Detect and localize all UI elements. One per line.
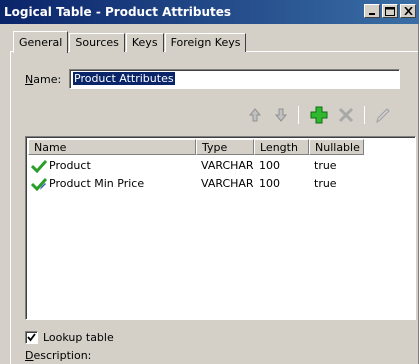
cell-name-text: Product (49, 159, 91, 172)
add-column-button[interactable] (310, 106, 328, 124)
cell-name: Product (28, 156, 196, 174)
arrow-down-icon (274, 108, 288, 122)
close-icon (403, 7, 413, 15)
minimize-button[interactable] (364, 4, 380, 18)
column-header-name[interactable]: Name (28, 139, 196, 155)
tab-foreign-keys[interactable]: Foreign Keys (164, 33, 247, 52)
check-icon (31, 159, 47, 173)
cell-length: 100 (259, 177, 280, 190)
column-header-type[interactable]: Type (196, 139, 254, 155)
cell-length: 100 (259, 159, 280, 172)
checkmark-icon (27, 333, 36, 342)
name-input[interactable]: Product Attributes (69, 69, 400, 89)
lookup-table-checkbox[interactable] (25, 331, 38, 344)
cell-name: Product Min Price (28, 174, 196, 192)
tab-general-label: General (19, 36, 63, 49)
table-header: Name Type Length Nullable (28, 139, 364, 155)
name-label-mnemonic: N (25, 73, 34, 86)
tab-keys[interactable]: Keys (125, 33, 164, 52)
table-row[interactable]: Product Min Price VARCHAR 100 true (28, 174, 364, 192)
tab-sources[interactable]: Sources (69, 33, 125, 52)
description-label-text: escription: (33, 349, 92, 362)
maximize-icon (385, 6, 395, 16)
window-controls (364, 4, 416, 18)
column-header-nullable[interactable]: Nullable (309, 139, 364, 155)
name-label: Name: (25, 73, 61, 86)
edit-icon (376, 108, 390, 124)
column-header-nullable-label: Nullable (315, 141, 360, 154)
maximize-button[interactable] (382, 4, 398, 18)
minimize-icon (369, 13, 375, 15)
cell-nullable: true (314, 159, 337, 172)
column-header-length-label: Length (260, 141, 298, 154)
tab-keys-label: Keys (131, 36, 158, 49)
lookup-table-label: Lookup table (43, 331, 114, 344)
tab-foreign-keys-label: Foreign Keys (170, 36, 241, 49)
cell-type: VARCHAR (201, 177, 254, 190)
tab-sources-label: Sources (75, 36, 119, 49)
close-button[interactable] (400, 4, 416, 18)
cell-name-text: Product Min Price (49, 177, 145, 190)
check-edit-icon (31, 177, 47, 191)
cell-type: VARCHAR (201, 159, 254, 172)
columns-table[interactable]: Name Type Length Nullable Product VARCHA… (25, 136, 416, 320)
toolbar-separator-2 (364, 106, 365, 124)
delete-column-button[interactable] (337, 106, 355, 124)
add-icon (310, 106, 328, 124)
tab-general[interactable]: General (13, 31, 69, 53)
cell-nullable: true (314, 177, 337, 190)
name-input-value: Product Attributes (73, 72, 175, 85)
column-header-length[interactable]: Length (254, 139, 309, 155)
table-row[interactable]: Product VARCHAR 100 true (28, 156, 364, 174)
tab-strip: General Sources Keys Foreign Keys (13, 31, 247, 53)
toolbar-separator (298, 106, 299, 124)
window-titlebar[interactable]: Logical Table - Product Attributes (0, 0, 419, 24)
lookup-table-option[interactable]: Lookup table (25, 331, 114, 344)
arrow-up-icon (248, 108, 262, 122)
column-header-name-label: Name (34, 141, 67, 154)
description-label: Description: (25, 349, 91, 362)
window-title: Logical Table - Product Attributes (4, 5, 232, 19)
column-header-type-label: Type (202, 141, 228, 154)
name-label-text: ame: (33, 73, 62, 86)
delete-icon (338, 107, 354, 123)
move-down-button[interactable] (272, 106, 290, 124)
edit-column-button[interactable] (374, 106, 392, 124)
move-up-button[interactable] (246, 106, 264, 124)
